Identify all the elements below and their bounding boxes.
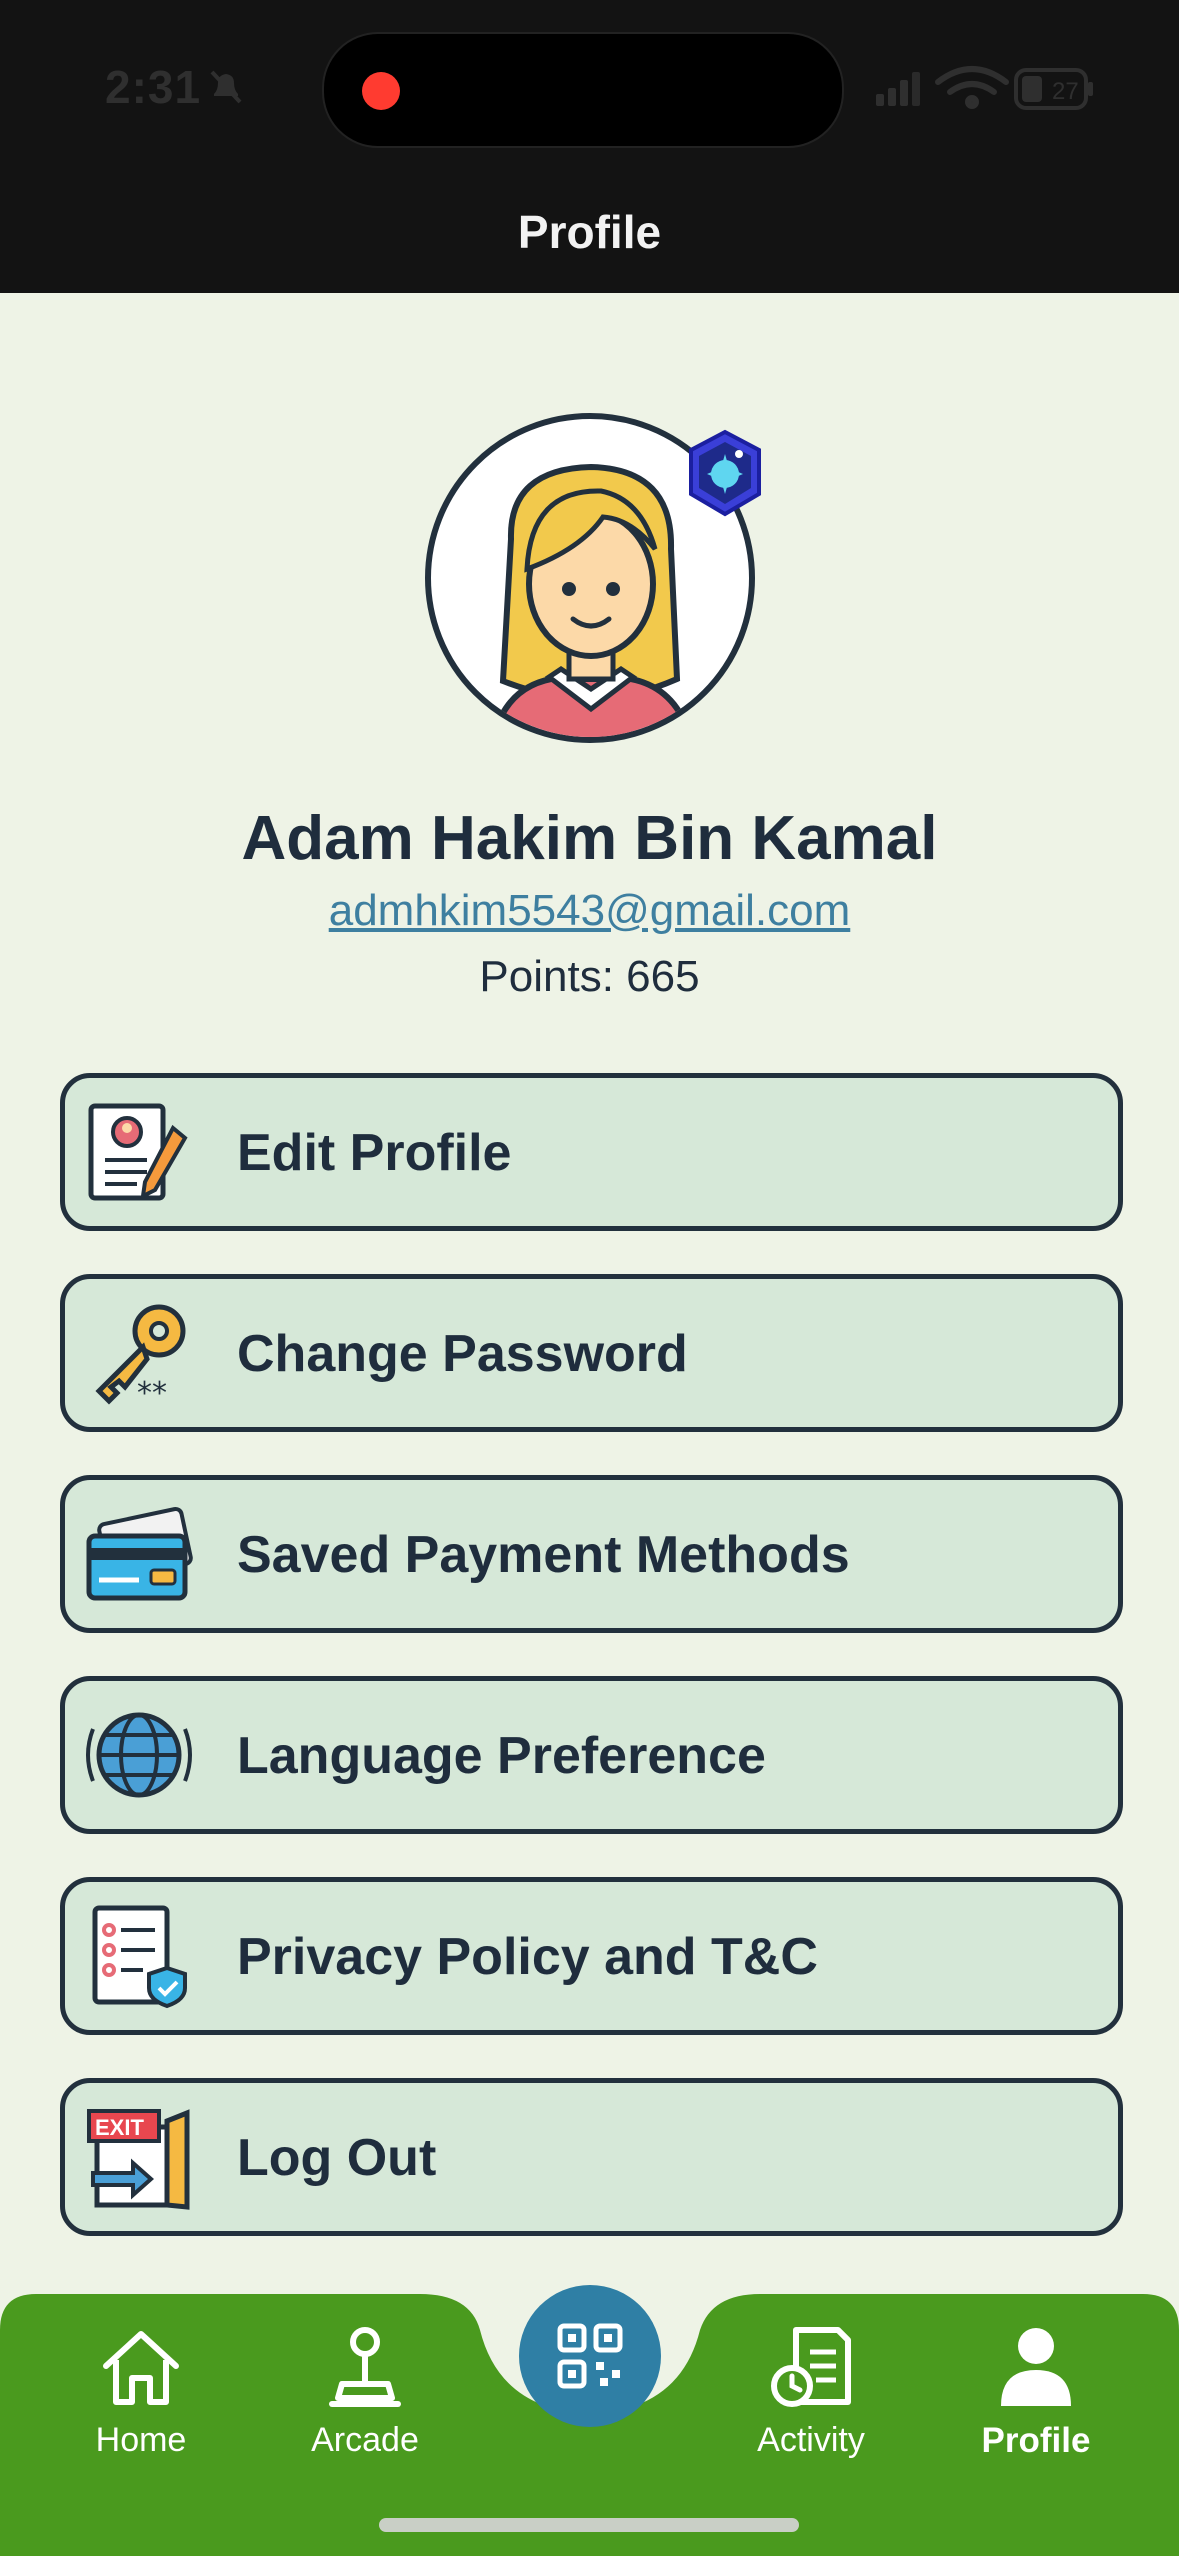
page-title: Profile (517, 206, 662, 258)
nav-profile[interactable]: Profile (951, 2322, 1121, 2461)
privacy-document-icon (85, 1902, 193, 2010)
change-password-button[interactable]: ** Change Password (60, 1274, 1123, 1432)
edit-profile-icon (85, 1098, 193, 1206)
home-icon (96, 2331, 186, 2416)
svg-text:**: ** (137, 1376, 167, 1407)
dynamic-island (322, 32, 844, 148)
scan-qr-button[interactable] (519, 2285, 661, 2427)
system-icons: 27 (876, 64, 1096, 119)
saved-payment-methods-button[interactable]: Saved Payment Methods (60, 1475, 1123, 1633)
avatar[interactable] (425, 413, 761, 743)
change-password-label: Change Password (237, 1325, 688, 1383)
svg-text:27: 27 (1052, 78, 1079, 105)
svg-text:EXIT: EXIT (95, 2115, 144, 2140)
level-badge-icon (685, 428, 765, 523)
nav-activity-label: Activity (757, 2421, 865, 2459)
silent-bell-icon (206, 66, 246, 111)
privacy-policy-label: Privacy Policy and T&C (237, 1928, 818, 1986)
nav-activity[interactable]: Activity (726, 2322, 896, 2460)
edit-profile-button[interactable]: Edit Profile (60, 1073, 1123, 1231)
exit-door-icon: EXIT (85, 2103, 193, 2211)
saved-payment-methods-label: Saved Payment Methods (237, 1526, 850, 1584)
wifi-icon (935, 66, 1009, 109)
nav-profile-label: Profile (981, 2421, 1091, 2460)
language-preference-button[interactable]: Language Preference (60, 1676, 1123, 1834)
credit-card-icon (85, 1500, 193, 1608)
key-icon: ** (85, 1299, 193, 1411)
privacy-policy-button[interactable]: Privacy Policy and T&C (60, 1877, 1123, 2035)
nav-home-label: Home (95, 2421, 187, 2459)
activity-receipt-icon (766, 2327, 856, 2416)
points-text: Points: 665 (479, 952, 700, 1001)
qr-code-icon (556, 2322, 624, 2395)
profile-email-link[interactable]: admhkim5543@gmail.com (0, 886, 1179, 936)
top-bar: 2:31 27 Profile (0, 0, 1179, 293)
edit-profile-label: Edit Profile (237, 1124, 512, 1182)
nav-home[interactable]: Home (56, 2322, 226, 2460)
profile-name: Adam Hakim Bin Kamal (241, 804, 938, 873)
home-indicator[interactable] (379, 2518, 799, 2532)
log-out-label: Log Out (237, 2129, 437, 2187)
language-preference-label: Language Preference (237, 1727, 766, 1785)
log-out-button[interactable]: EXIT Log Out (60, 2078, 1123, 2236)
recording-indicator-icon (362, 72, 400, 110)
person-icon (991, 2328, 1081, 2416)
signal-icon (876, 72, 920, 106)
joystick-icon (320, 2327, 410, 2416)
nav-arcade-label: Arcade (311, 2421, 419, 2459)
nav-arcade[interactable]: Arcade (280, 2322, 450, 2460)
globe-icon (85, 1701, 193, 1809)
status-time: 2:31 (105, 61, 202, 113)
